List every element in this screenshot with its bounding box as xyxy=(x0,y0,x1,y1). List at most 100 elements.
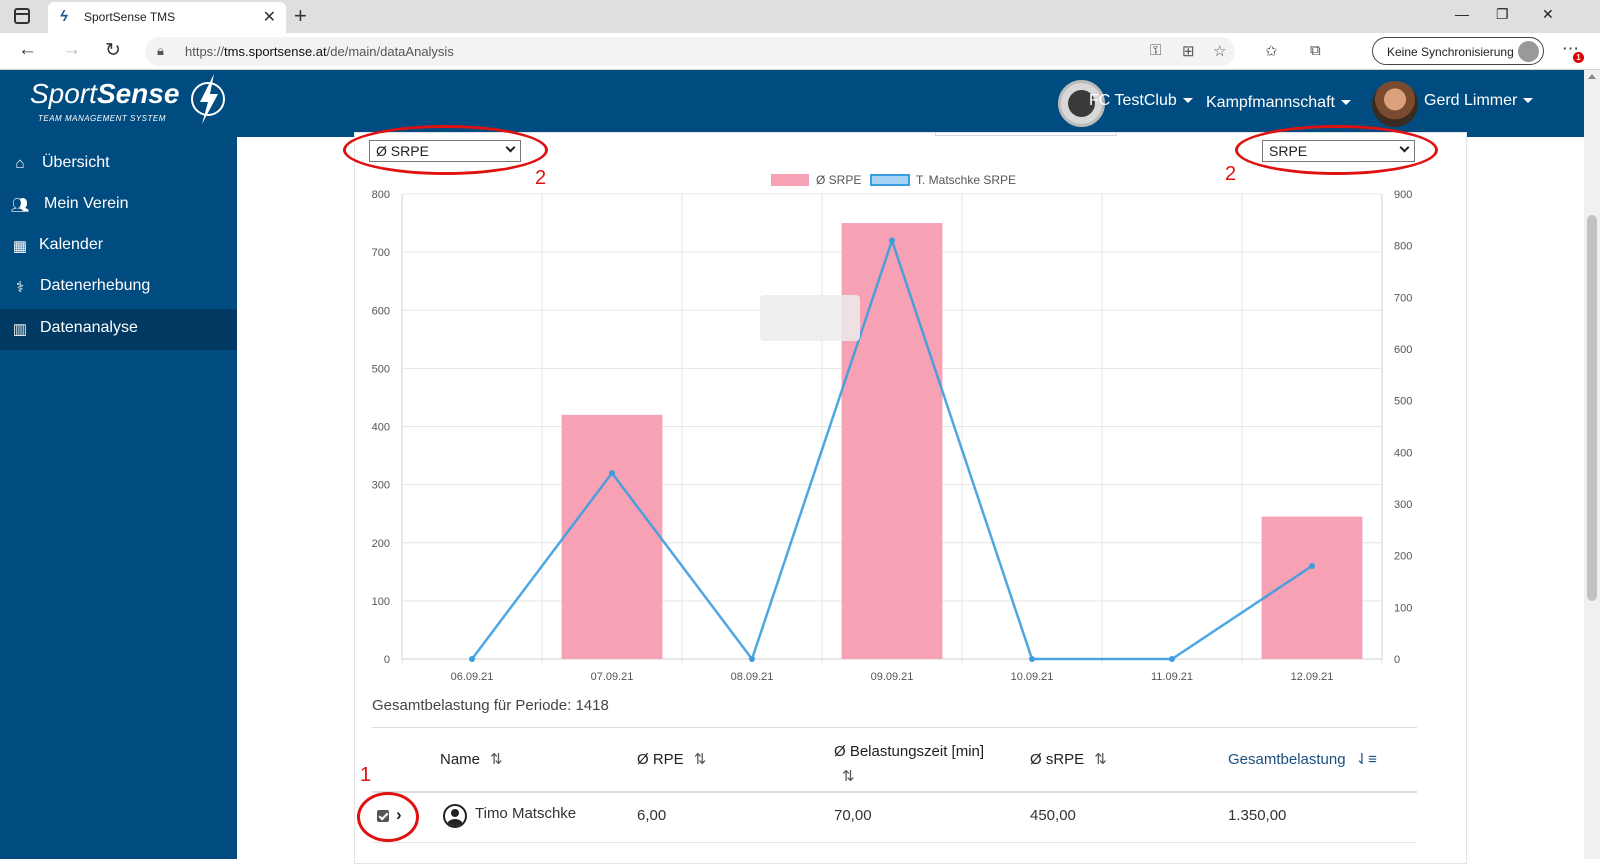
column-header-gesamtbelastung[interactable]: Gesamtbelastung ⇃≡ xyxy=(1228,750,1377,768)
lock-icon: 🔒︎ xyxy=(157,43,164,58)
chart-tooltip xyxy=(760,295,860,341)
key-icon[interactable]: ⚿ xyxy=(1150,42,1161,59)
club-dropdown[interactable]: FC TestClub xyxy=(1089,92,1193,110)
bar-avg-srpe xyxy=(1261,516,1363,659)
y-right-tick-label: 700 xyxy=(1394,292,1412,304)
cell-rpe: 6,00 xyxy=(637,807,667,824)
browser-tab[interactable]: ϟ SportSense TMS ✕ xyxy=(48,2,286,33)
sort-icon: ⇅ xyxy=(842,768,855,785)
favorites-icon[interactable]: ✩ xyxy=(1265,42,1278,60)
home-icon: ⌂ xyxy=(15,155,25,172)
bar-avg-srpe xyxy=(561,414,663,659)
y-left-tick-label: 400 xyxy=(372,422,390,434)
column-header-rpe[interactable]: Ø RPE ⇅ xyxy=(637,750,706,768)
x-tick-label: 08.09.21 xyxy=(731,671,774,683)
forward-icon[interactable]: → xyxy=(62,39,81,61)
line-point xyxy=(749,656,755,662)
person-avatar-icon xyxy=(443,804,467,828)
sidebar-item-datenanalyse[interactable]: ▥ Datenanalyse xyxy=(0,309,237,350)
window-close-icon[interactable]: ✕ xyxy=(1542,6,1554,23)
table-header-divider xyxy=(372,791,1417,793)
y-right-tick-label: 600 xyxy=(1394,344,1412,356)
page-scrollbar[interactable] xyxy=(1584,70,1600,859)
line-point xyxy=(889,237,895,244)
url-text: https://tms.sportsense.at/de/main/dataAn… xyxy=(185,44,454,59)
period-total-load: Gesamtbelastung für Periode: 1418 xyxy=(372,697,609,714)
sidebar: ⌂ Übersicht 👥︎ Mein Verein ▦ Kalender ⚕ … xyxy=(0,137,237,859)
y-right-tick-label: 0 xyxy=(1394,654,1400,666)
sidebar-item-kalender[interactable]: ▦ Kalender xyxy=(0,226,237,267)
sidebar-item-datenerhebung[interactable]: ⚕ Datenerhebung xyxy=(0,267,237,308)
line-point xyxy=(609,470,615,476)
line-point xyxy=(1309,563,1315,569)
column-header-srpe[interactable]: Ø sRPE ⇅ xyxy=(1030,750,1107,768)
scroll-thumb[interactable] xyxy=(1587,215,1597,601)
sportsense-favicon-icon: ϟ xyxy=(60,8,68,25)
legend-label-matschke-srpe: T. Matschke SRPE xyxy=(916,173,1016,187)
y-left-tick-label: 200 xyxy=(372,538,390,550)
profile-sync-button[interactable]: Keine Synchronisierung xyxy=(1372,37,1544,65)
y-right-tick-label: 200 xyxy=(1394,551,1412,563)
y-left-tick-label: 700 xyxy=(372,247,390,259)
x-tick-label: 12.09.21 xyxy=(1291,671,1334,683)
y-left-tick-label: 100 xyxy=(372,596,390,608)
cell-name: Timo Matschke xyxy=(475,805,577,822)
x-tick-label: 10.09.21 xyxy=(1011,671,1054,683)
restore-icon[interactable]: ❐ xyxy=(1496,6,1509,23)
caret-down-icon xyxy=(1182,98,1193,104)
line-point xyxy=(469,656,475,662)
back-icon[interactable]: ← xyxy=(18,39,37,61)
sort-icon: ⇅ xyxy=(693,751,707,768)
annotation-ellipse-row-checkbox xyxy=(357,792,419,842)
divider xyxy=(372,727,1417,728)
notification-badge: 1 xyxy=(1573,52,1584,63)
legend-label-avg-srpe: Ø SRPE xyxy=(816,173,861,187)
column-header-name[interactable]: Name ⇅ xyxy=(440,750,503,768)
x-tick-label: 11.09.21 xyxy=(1151,671,1193,683)
tab-close-icon[interactable]: ✕ xyxy=(263,7,276,27)
reload-icon[interactable]: ↻ xyxy=(105,39,121,62)
column-header-belastungszeit[interactable]: Ø Belastungszeit [min] ⇅ xyxy=(834,739,1004,789)
y-right-tick-label: 900 xyxy=(1394,189,1412,201)
sidebar-item-mein-verein[interactable]: 👥︎ Mein Verein xyxy=(0,185,237,226)
y-right-tick-label: 500 xyxy=(1394,396,1412,408)
profile-avatar-icon xyxy=(1518,41,1539,62)
line-point xyxy=(1029,656,1035,662)
caret-down-icon xyxy=(1523,98,1534,104)
bar-avg-srpe xyxy=(841,223,943,659)
scroll-up-icon[interactable] xyxy=(1588,74,1596,79)
y-right-tick-label: 400 xyxy=(1394,447,1412,459)
bar-chart-icon: ▥ xyxy=(12,321,28,338)
y-right-tick-label: 800 xyxy=(1394,241,1412,253)
team-dropdown[interactable]: Kampfmannschaft xyxy=(1206,94,1351,112)
cell-belastungszeit: 70,00 xyxy=(834,807,872,824)
sportsense-logo[interactable]: SportSense TEAM MANAGEMENT SYSTEM xyxy=(30,78,179,123)
new-tab-icon[interactable]: + xyxy=(294,3,307,29)
user-dropdown[interactable]: Gerd Limmer xyxy=(1424,92,1534,110)
sidebar-item-uebersicht[interactable]: ⌂ Übersicht xyxy=(0,144,237,185)
top-control-stub xyxy=(935,133,1117,136)
browser-tabbar: ϟ SportSense TMS ✕ + — ❐ ✕ xyxy=(0,0,1600,33)
user-avatar[interactable] xyxy=(1372,81,1418,127)
tab-actions-icon[interactable] xyxy=(14,8,30,24)
collections-icon[interactable]: ⧉ xyxy=(1310,42,1321,59)
x-tick-label: 06.09.21 xyxy=(451,671,494,683)
y-left-tick-label: 0 xyxy=(384,654,390,666)
y-left-tick-label: 800 xyxy=(372,189,390,201)
y-left-tick-label: 600 xyxy=(372,305,390,317)
annotation-ellipse-right-select xyxy=(1235,125,1438,175)
x-tick-label: 09.09.21 xyxy=(871,671,914,683)
users-icon: 👥︎ xyxy=(10,197,30,214)
caret-down-icon xyxy=(1340,100,1351,106)
stethoscope-icon: ⚕ xyxy=(15,279,25,296)
lightning-logo-icon xyxy=(191,74,225,124)
tab-title: SportSense TMS xyxy=(84,10,176,24)
sort-desc-icon: ⇃≡ xyxy=(1355,751,1377,768)
sync-label: Keine Synchronisierung xyxy=(1387,45,1514,59)
favorite-add-icon[interactable]: ☆ xyxy=(1213,42,1226,60)
apps-icon[interactable]: ⊞ xyxy=(1182,42,1195,60)
address-bar[interactable]: 🔒︎ https://tms.sportsense.at/de/main/dat… xyxy=(145,37,1235,66)
sort-icon: ⇅ xyxy=(1094,751,1107,768)
y-right-tick-label: 300 xyxy=(1394,499,1412,511)
minimize-icon[interactable]: — xyxy=(1455,6,1469,22)
